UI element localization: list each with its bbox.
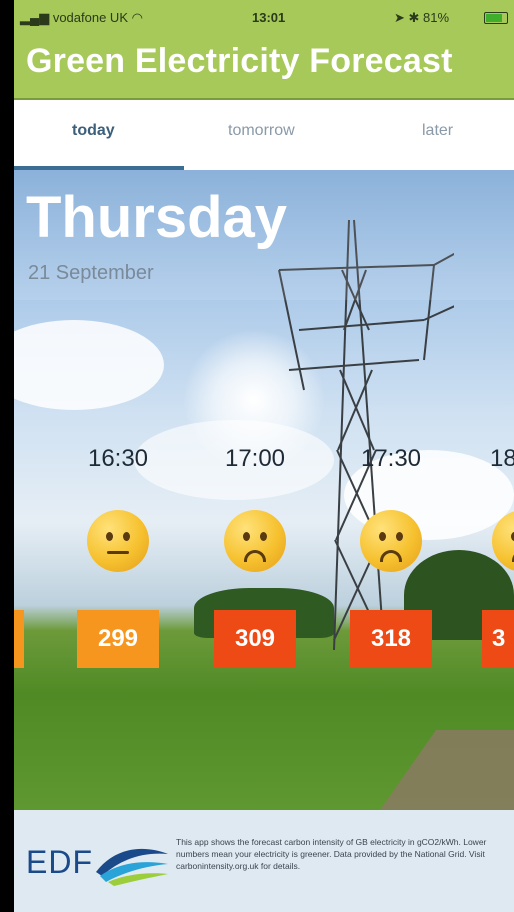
footer-description: This app shows the forecast carbon inten… [176,837,487,871]
slot-value-badge: 309 [214,610,296,668]
tab-bar: today tomorrow later [14,100,514,170]
slot-value-badge: 3 [482,610,514,668]
tab-later[interactable]: later [422,122,453,140]
tab-today[interactable]: today [72,122,115,140]
sad-face-icon [360,510,422,572]
slot-time: 17:00 [224,445,286,472]
slot-value-badge: 318 [350,610,432,668]
edf-swoosh-icon [96,848,168,886]
slot-time: ) [14,445,24,473]
sad-face-icon [224,510,286,572]
status-icons: ➤ ✱ 81% [394,10,450,25]
clock: 13:01 [252,10,286,25]
field-path [351,730,514,810]
day-date: 21 September [28,262,154,284]
app-screen: ▂▄▆ vodafone UK ◠ 13:01 ➤ ✱ 81% Green El… [14,0,514,912]
slot-value-badge [14,610,24,668]
carrier-label: ▂▄▆ vodafone UK ◠ [20,10,143,25]
footer-info: EDF This app shows the forecast carbon i… [14,810,514,912]
cloud [14,320,164,410]
forecast-panel[interactable]: Thursday 21 September ) 16:30 299 17:00 … [14,170,514,810]
battery-icon [484,12,508,24]
slot-value-badge: 299 [77,610,159,668]
status-bar: ▂▄▆ vodafone UK ◠ 13:01 ➤ ✱ 81% [14,0,514,34]
edf-logo: EDF [26,838,168,898]
slot-time: 16:30 [87,445,149,472]
day-name: Thursday [26,185,288,250]
slot-time: 18 [490,445,514,472]
tab-tomorrow[interactable]: tomorrow [228,122,295,140]
neutral-face-icon [87,510,149,572]
slot-time: 17:30 [360,445,422,472]
header-bar: ▂▄▆ vodafone UK ◠ 13:01 ➤ ✱ 81% Green El… [14,0,514,100]
app-title: Green Electricity Forecast [26,42,453,80]
